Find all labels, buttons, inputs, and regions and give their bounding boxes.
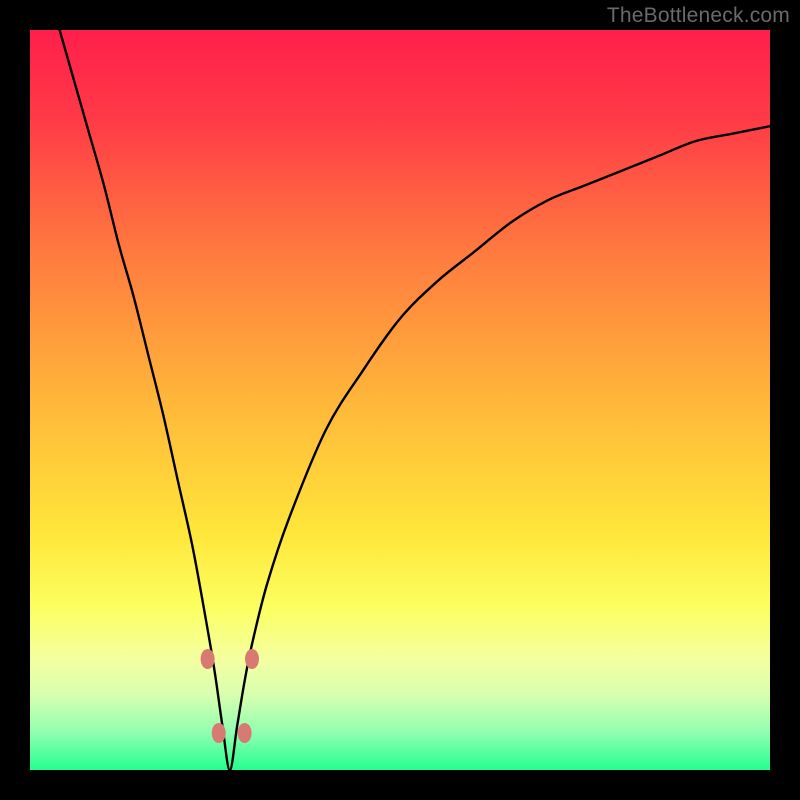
- left-lower-node: [212, 723, 226, 743]
- plot-area: [30, 30, 770, 770]
- left-upper-node: [201, 649, 215, 669]
- watermark-text: TheBottleneck.com: [607, 4, 790, 28]
- right-lower-node: [238, 723, 252, 743]
- curve-layer: [30, 30, 770, 770]
- marker-layer: [201, 649, 259, 743]
- right-upper-node: [245, 649, 259, 669]
- chart-frame: TheBottleneck.com: [0, 0, 800, 800]
- bottleneck-curve: [60, 30, 770, 770]
